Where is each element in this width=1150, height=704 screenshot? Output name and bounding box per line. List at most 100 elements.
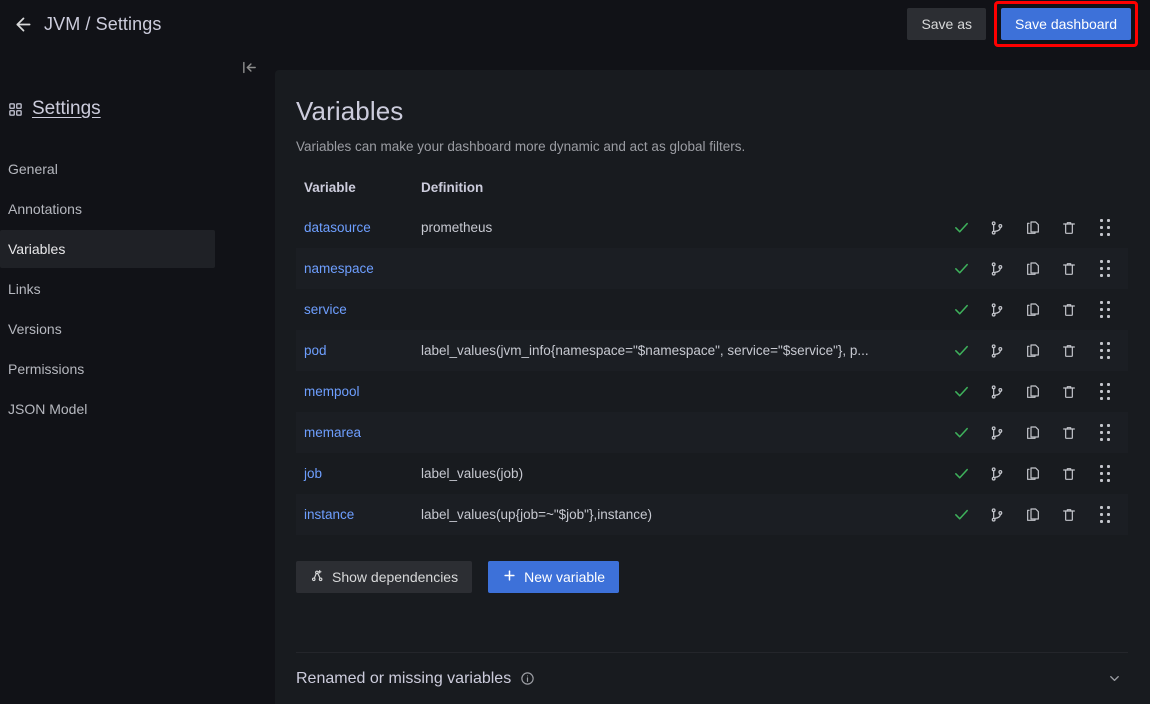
- show-dependencies-button[interactable]: Show dependencies: [296, 561, 473, 593]
- variable-name-cell: memarea: [296, 412, 421, 453]
- table-row: namespace: [296, 248, 1128, 289]
- table-row: instance label_values(up{job=~"$job"},in…: [296, 494, 1128, 535]
- sidebar-item-general[interactable]: General: [0, 150, 215, 188]
- sidebar-item-links[interactable]: Links: [0, 270, 215, 308]
- variable-link[interactable]: mempool: [304, 384, 360, 399]
- drag-handle-icon[interactable]: [1096, 505, 1114, 524]
- drag-handle-icon[interactable]: [1096, 464, 1114, 483]
- variable-actions-cell: [946, 412, 1128, 453]
- check-icon[interactable]: [952, 383, 970, 401]
- variable-link[interactable]: service: [304, 302, 347, 317]
- save-dashboard-button[interactable]: Save dashboard: [1001, 8, 1131, 40]
- code-branch-icon[interactable]: [988, 383, 1006, 401]
- check-icon[interactable]: [952, 424, 970, 442]
- arrow-left-icon: [13, 14, 34, 35]
- variable-definition-cell: prometheus: [421, 220, 493, 235]
- check-icon[interactable]: [952, 465, 970, 483]
- page-body: Settings General Annotations Variables L…: [0, 48, 1150, 704]
- trash-icon[interactable]: [1060, 506, 1078, 524]
- variable-link[interactable]: namespace: [304, 261, 374, 276]
- variable-actions-cell: [946, 330, 1128, 371]
- check-icon[interactable]: [952, 342, 970, 360]
- trash-icon[interactable]: [1060, 260, 1078, 278]
- sidebar-item-permissions[interactable]: Permissions: [0, 350, 215, 388]
- code-branch-icon[interactable]: [988, 424, 1006, 442]
- back-button[interactable]: [6, 7, 40, 41]
- variable-actions-cell: [946, 453, 1128, 494]
- table-row: pod label_values(jvm_info{namespace="$na…: [296, 330, 1128, 371]
- copy-icon[interactable]: [1024, 383, 1042, 401]
- drag-handle-icon[interactable]: [1096, 423, 1114, 442]
- variable-name-cell: datasource: [296, 207, 421, 248]
- new-variable-label: New variable: [524, 569, 606, 585]
- renamed-or-missing-variables-section[interactable]: Renamed or missing variables: [296, 652, 1128, 704]
- drag-handle-icon[interactable]: [1096, 259, 1114, 278]
- variable-link[interactable]: datasource: [304, 220, 371, 235]
- top-bar-actions: Save as Save dashboard: [907, 1, 1138, 47]
- copy-icon[interactable]: [1024, 219, 1042, 237]
- copy-icon[interactable]: [1024, 424, 1042, 442]
- trash-icon[interactable]: [1060, 301, 1078, 319]
- code-branch-icon[interactable]: [988, 342, 1006, 360]
- table-row: service: [296, 289, 1128, 330]
- new-variable-button[interactable]: New variable: [488, 561, 620, 593]
- check-icon[interactable]: [952, 301, 970, 319]
- drag-handle-icon[interactable]: [1096, 341, 1114, 360]
- trash-icon[interactable]: [1060, 465, 1078, 483]
- variable-name-cell: namespace: [296, 248, 421, 289]
- sidebar-item-annotations[interactable]: Annotations: [0, 190, 215, 228]
- trash-icon[interactable]: [1060, 219, 1078, 237]
- collapse-panel-button[interactable]: [237, 58, 261, 82]
- copy-icon[interactable]: [1024, 465, 1042, 483]
- column-header-variable: Variable: [304, 180, 356, 195]
- breadcrumb[interactable]: JVM / Settings: [44, 14, 161, 35]
- variable-definition-cell: [421, 412, 946, 453]
- variables-table-head: Variable Definition: [296, 180, 1128, 207]
- code-branch-icon[interactable]: [988, 465, 1006, 483]
- check-icon[interactable]: [952, 219, 970, 237]
- sidebar-item-json-model[interactable]: JSON Model: [0, 390, 215, 428]
- variable-link[interactable]: instance: [304, 507, 354, 522]
- variable-definition-cell: [421, 248, 946, 289]
- sidebar-item-variables[interactable]: Variables: [0, 230, 215, 268]
- code-branch-icon[interactable]: [988, 506, 1006, 524]
- chevron-down-icon[interactable]: [1107, 671, 1128, 686]
- show-dependencies-label: Show dependencies: [332, 569, 459, 585]
- page-description: Variables can make your dashboard more d…: [296, 139, 746, 154]
- trash-icon[interactable]: [1060, 383, 1078, 401]
- drag-handle-icon[interactable]: [1096, 382, 1114, 401]
- copy-icon[interactable]: [1024, 342, 1042, 360]
- table-row: datasource prometheus: [296, 207, 1128, 248]
- variable-actions-cell: [946, 248, 1128, 289]
- trash-icon[interactable]: [1060, 342, 1078, 360]
- check-icon[interactable]: [952, 506, 970, 524]
- settings-header[interactable]: Settings: [0, 95, 101, 123]
- sidebar-item-versions[interactable]: Versions: [0, 310, 215, 348]
- variable-definition-cell: label_values(up{job=~"$job"},instance): [421, 507, 653, 522]
- code-branch-icon[interactable]: [988, 301, 1006, 319]
- variable-name-cell: pod: [296, 330, 421, 371]
- info-circle-icon[interactable]: [520, 671, 535, 686]
- trash-icon[interactable]: [1060, 424, 1078, 442]
- save-as-button[interactable]: Save as: [907, 8, 987, 40]
- variable-name-cell: instance: [296, 494, 421, 535]
- column-header-actions: [946, 180, 1128, 207]
- variable-actions-cell: [946, 371, 1128, 412]
- variable-link[interactable]: job: [304, 466, 322, 481]
- code-branch-icon[interactable]: [988, 219, 1006, 237]
- table-row: job label_values(job): [296, 453, 1128, 494]
- variables-table: Variable Definition datasource prometheu…: [296, 180, 1128, 535]
- variable-actions-cell: [946, 207, 1128, 248]
- variable-link[interactable]: pod: [304, 343, 327, 358]
- drag-handle-icon[interactable]: [1096, 218, 1114, 237]
- check-icon[interactable]: [952, 260, 970, 278]
- copy-icon[interactable]: [1024, 260, 1042, 278]
- variable-name-cell: job: [296, 453, 421, 494]
- variable-name-cell: mempool: [296, 371, 421, 412]
- copy-icon[interactable]: [1024, 301, 1042, 319]
- variable-link[interactable]: memarea: [304, 425, 361, 440]
- code-branch-icon[interactable]: [988, 260, 1006, 278]
- copy-icon[interactable]: [1024, 506, 1042, 524]
- settings-sidebar: Settings General Annotations Variables L…: [0, 48, 275, 704]
- drag-handle-icon[interactable]: [1096, 300, 1114, 319]
